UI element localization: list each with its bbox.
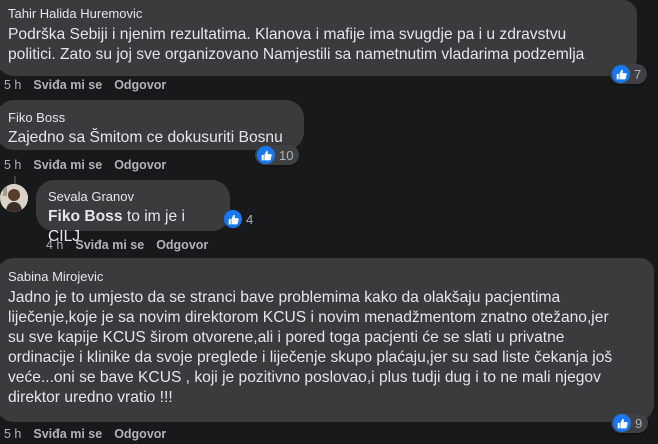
thumbs-up-icon [224, 210, 242, 228]
like-button[interactable]: Sviđa mi se [33, 78, 102, 92]
comment-text: Jadno je to umjesto da se stranci bave p… [8, 289, 613, 406]
comment-text: Podrška Sebiji i njenim rezultatima. Kla… [8, 26, 585, 63]
comment-actions: 5 h Sviđa mi se Odgovor [4, 427, 166, 441]
thumbs-up-icon [613, 414, 631, 432]
reaction-number: 10 [279, 147, 294, 163]
reply-bubble: Sevala Granov Fiko Boss to im je i CILJ [36, 180, 230, 245]
reaction-number: 9 [635, 415, 643, 431]
like-button[interactable]: Sviđa mi se [75, 238, 144, 252]
reply-button[interactable]: Odgovor [114, 78, 166, 92]
comment-actions: 4 h Sviđa mi se Odgovor [46, 238, 208, 252]
comment-actions: 5 h Sviđa mi se Odgovor [4, 78, 166, 92]
comment-text: Zajedno sa Šmitom ce dokusuriti Bosnu [8, 129, 283, 146]
reply-button[interactable]: Odgovor [114, 158, 166, 172]
timestamp[interactable]: 5 h [4, 427, 21, 441]
comment-author[interactable]: Sevala Granov [48, 189, 218, 205]
thumbs-up-icon [612, 65, 630, 83]
mention-link[interactable]: Fiko Boss [48, 208, 123, 225]
comment-bubble: Tahir Halida Huremovic Podrška Sebiji i … [0, 0, 637, 76]
timestamp[interactable]: 5 h [4, 158, 21, 172]
comment-author[interactable]: Sabina Mirojevic [8, 269, 642, 285]
reaction-number: 4 [246, 211, 254, 227]
reaction-count[interactable]: 10 [255, 145, 300, 165]
reaction-count[interactable]: 7 [610, 64, 648, 84]
avatar[interactable] [0, 184, 28, 212]
thumbs-up-icon [257, 146, 275, 164]
timestamp[interactable]: 5 h [4, 78, 21, 92]
comment-author[interactable]: Tahir Halida Huremovic [8, 6, 625, 22]
reply-button[interactable]: Odgovor [156, 238, 208, 252]
reply-button[interactable]: Odgovor [114, 427, 166, 441]
comment-bubble: Fiko Boss Zajedno sa Šmitom ce dokusurit… [0, 100, 304, 150]
reaction-number: 7 [634, 66, 642, 82]
reaction-count[interactable]: 4 [222, 209, 259, 229]
like-button[interactable]: Sviđa mi se [33, 158, 102, 172]
like-button[interactable]: Sviđa mi se [33, 427, 102, 441]
timestamp[interactable]: 4 h [46, 238, 63, 252]
comment-author[interactable]: Fiko Boss [8, 110, 292, 126]
reaction-count[interactable]: 9 [611, 413, 649, 433]
comment-actions: 5 h Sviđa mi se Odgovor [4, 158, 166, 172]
comment-bubble: Sabina Mirojevic Jadno je to umjesto da … [0, 258, 654, 422]
